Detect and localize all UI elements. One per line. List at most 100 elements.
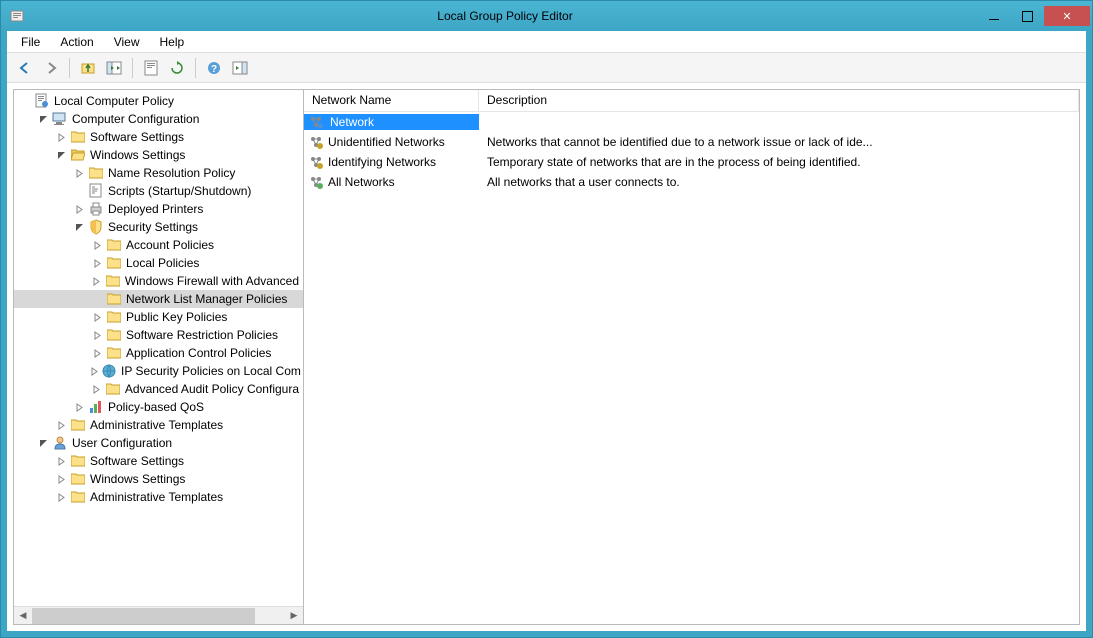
expander-icon[interactable]: [54, 418, 68, 432]
list-cell-name: Network: [328, 114, 479, 130]
expander-icon[interactable]: [54, 490, 68, 504]
list-row[interactable]: Network: [304, 112, 1079, 132]
tree-node-label: Deployed Printers: [108, 202, 203, 216]
tree-ip-security-policies[interactable]: IP Security Policies on Local Com: [14, 362, 303, 380]
tree-software-restriction-policies[interactable]: Software Restriction Policies: [14, 326, 303, 344]
list-row[interactable]: Unidentified NetworksNetworks that canno…: [304, 132, 1079, 152]
tree-uc-software-settings[interactable]: Software Settings: [14, 452, 303, 470]
list-row[interactable]: All NetworksAll networks that a user con…: [304, 172, 1079, 192]
expander-icon[interactable]: [72, 166, 86, 180]
expander-icon[interactable]: [72, 202, 86, 216]
tree-scripts[interactable]: Scripts (Startup/Shutdown): [14, 182, 303, 200]
window-title: Local Group Policy Editor: [33, 9, 977, 23]
tree-node-icon: [106, 237, 122, 253]
tree-node-label: Account Policies: [126, 238, 214, 252]
tree-node-icon: [106, 345, 122, 361]
tree-local-policies[interactable]: Local Policies: [14, 254, 303, 272]
tree-account-policies[interactable]: Account Policies: [14, 236, 303, 254]
minimize-button[interactable]: [978, 6, 1010, 26]
tree-node-icon: [106, 291, 122, 307]
tree-uc-windows-settings[interactable]: Windows Settings: [14, 470, 303, 488]
expander-icon[interactable]: [18, 94, 32, 108]
refresh-button[interactable]: [165, 56, 189, 80]
expander-icon[interactable]: [90, 292, 104, 306]
tree-node-icon: [105, 381, 120, 397]
tree-uc-administrative-templates[interactable]: Administrative Templates: [14, 488, 303, 506]
menu-bar: File Action View Help: [7, 31, 1086, 53]
tree-node-label: Name Resolution Policy: [108, 166, 235, 180]
expander-icon[interactable]: [36, 112, 50, 126]
tree-name-resolution-policy[interactable]: Name Resolution Policy: [14, 164, 303, 182]
expander-icon[interactable]: [54, 472, 68, 486]
expander-icon[interactable]: [90, 382, 103, 396]
expander-icon[interactable]: [72, 400, 86, 414]
menu-help[interactable]: Help: [150, 33, 195, 51]
tree-security-settings[interactable]: Security Settings: [14, 218, 303, 236]
tree-node-icon: [88, 219, 104, 235]
tree-node-label: Local Policies: [126, 256, 199, 270]
tree-cc-software-settings[interactable]: Software Settings: [14, 128, 303, 146]
list-cell-description: Temporary state of networks that are in …: [479, 155, 1079, 169]
expander-icon[interactable]: [90, 274, 104, 288]
expander-icon[interactable]: [72, 220, 86, 234]
list-row[interactable]: Identifying NetworksTemporary state of n…: [304, 152, 1079, 172]
tree-windows-firewall[interactable]: Windows Firewall with Advanced: [14, 272, 303, 290]
tree-deployed-printers[interactable]: Deployed Printers: [14, 200, 303, 218]
scroll-right-arrow[interactable]: ▶: [285, 607, 303, 625]
tree-network-list-manager-policies[interactable]: Network List Manager Policies: [14, 290, 303, 308]
tree-node-icon: [88, 201, 104, 217]
expander-icon[interactable]: [54, 454, 68, 468]
expander-icon[interactable]: [54, 148, 68, 162]
list-pane: Network Name Description Network Unidenti…: [304, 90, 1079, 624]
maximize-button[interactable]: [1011, 6, 1043, 26]
tree-node-label: Windows Settings: [90, 148, 185, 162]
tree-node-icon: [106, 309, 122, 325]
forward-button[interactable]: [39, 56, 63, 80]
scroll-thumb[interactable]: [32, 608, 255, 624]
expander-icon[interactable]: [90, 310, 104, 324]
up-button[interactable]: [76, 56, 100, 80]
tree-node-icon: [106, 273, 121, 289]
tree-root[interactable]: Local Computer Policy: [14, 92, 303, 110]
expander-icon[interactable]: [90, 328, 104, 342]
network-icon: [308, 154, 324, 170]
tree-node-icon: [106, 255, 122, 271]
tree-node-label: Software Settings: [90, 454, 184, 468]
properties-button[interactable]: [139, 56, 163, 80]
scroll-left-arrow[interactable]: ◀: [14, 607, 32, 625]
tree-horizontal-scrollbar[interactable]: ◀ ▶: [14, 606, 303, 624]
help-button[interactable]: ?: [202, 56, 226, 80]
tree-policy-based-qos[interactable]: Policy-based QoS: [14, 398, 303, 416]
tree-node-icon: [88, 183, 104, 199]
column-description[interactable]: Description: [479, 90, 1079, 111]
tree-node-label: Windows Firewall with Advanced: [125, 274, 299, 288]
menu-action[interactable]: Action: [50, 33, 103, 51]
tree-advanced-audit-policy[interactable]: Advanced Audit Policy Configura: [14, 380, 303, 398]
expander-icon[interactable]: [90, 238, 104, 252]
back-button[interactable]: [13, 56, 37, 80]
tree-application-control-policies[interactable]: Application Control Policies: [14, 344, 303, 362]
expander-icon[interactable]: [90, 346, 104, 360]
close-button[interactable]: [1044, 6, 1090, 26]
tree-node-icon: [70, 453, 86, 469]
show-hide-tree-button[interactable]: [102, 56, 126, 80]
tree-node-label: Administrative Templates: [90, 490, 223, 504]
menu-view[interactable]: View: [104, 33, 150, 51]
tree-node-label: Windows Settings: [90, 472, 185, 486]
tree-computer-configuration[interactable]: Computer Configuration: [14, 110, 303, 128]
tree-public-key-policies[interactable]: Public Key Policies: [14, 308, 303, 326]
menu-file[interactable]: File: [11, 33, 50, 51]
tree-cc-administrative-templates[interactable]: Administrative Templates: [14, 416, 303, 434]
expander-icon[interactable]: [90, 256, 104, 270]
tree-node-label: Scripts (Startup/Shutdown): [108, 184, 251, 198]
tree-node-label: User Configuration: [72, 436, 172, 450]
expander-icon[interactable]: [54, 130, 68, 144]
tree-cc-windows-settings[interactable]: Windows Settings: [14, 146, 303, 164]
expander-icon[interactable]: [72, 184, 86, 198]
tree-user-configuration[interactable]: User Configuration: [14, 434, 303, 452]
expander-icon[interactable]: [36, 436, 50, 450]
show-hide-action-button[interactable]: [228, 56, 252, 80]
column-network-name[interactable]: Network Name: [304, 90, 479, 111]
expander-icon[interactable]: [90, 364, 99, 378]
tree-node-label: Policy-based QoS: [108, 400, 204, 414]
